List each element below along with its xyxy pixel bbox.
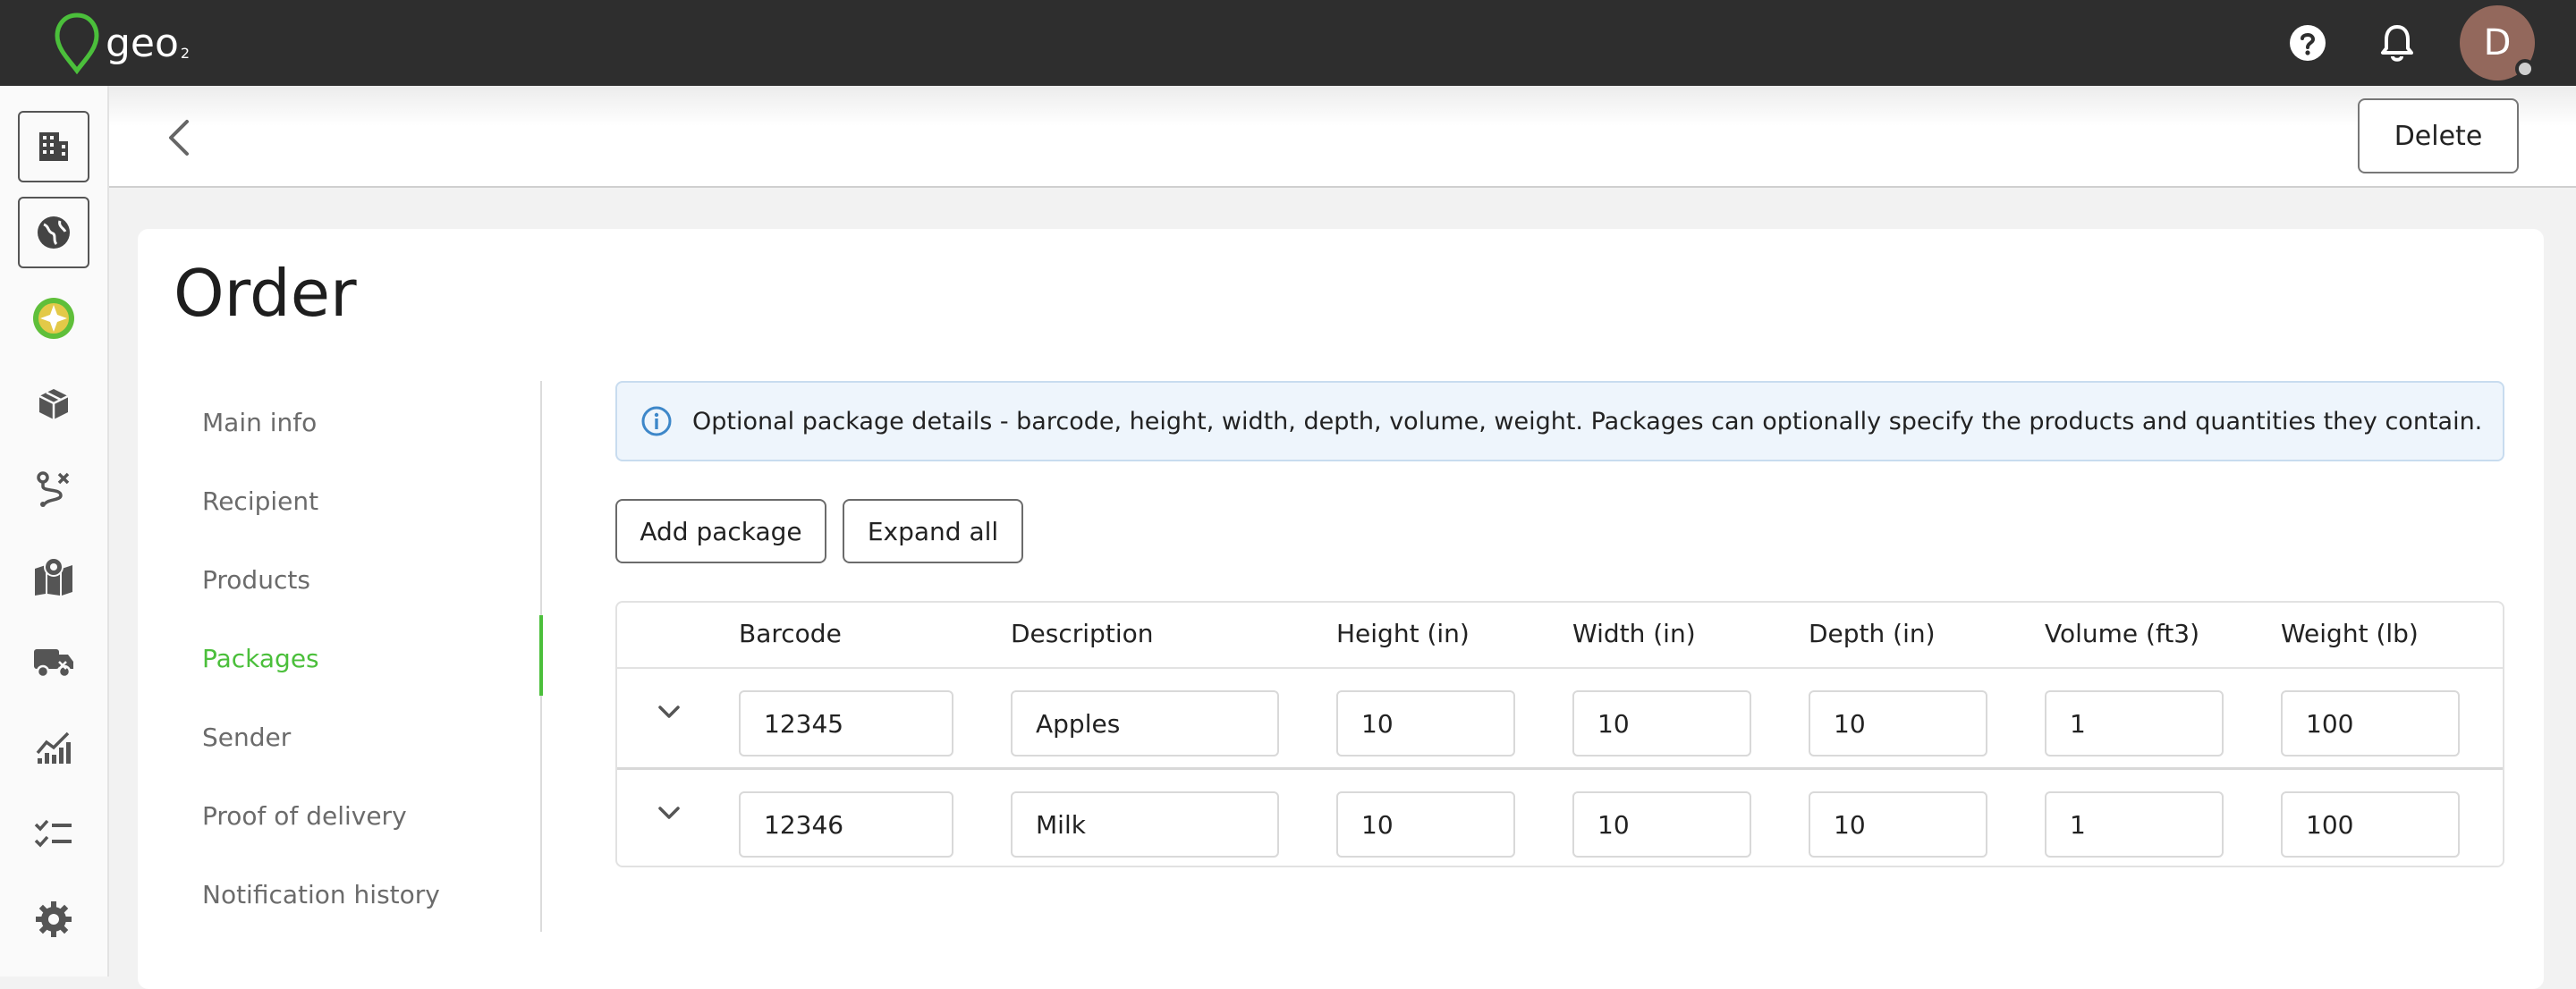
packages-table: Barcode Description Height (in) Width (i… bbox=[615, 601, 2504, 867]
info-icon bbox=[639, 403, 674, 439]
logo-subscript: 2 bbox=[180, 44, 191, 62]
active-section-indicator bbox=[539, 615, 543, 696]
rail-item-orders[interactable] bbox=[18, 368, 89, 440]
avatar-initial: D bbox=[2483, 22, 2512, 63]
delivery-truck-icon bbox=[34, 649, 73, 679]
rail-item-settings[interactable] bbox=[18, 883, 89, 955]
depth-input[interactable] bbox=[1809, 791, 1987, 858]
rail-item-map[interactable] bbox=[18, 540, 89, 612]
logo-text: geo bbox=[106, 20, 179, 66]
help-button[interactable] bbox=[2286, 21, 2329, 64]
building-icon bbox=[39, 132, 68, 161]
column-header-volume: Volume (ft3) bbox=[2045, 619, 2200, 648]
chevron-down-icon bbox=[658, 706, 680, 718]
route-icon bbox=[37, 471, 70, 507]
rail-item-regions[interactable] bbox=[18, 197, 89, 268]
help-circle-icon bbox=[2290, 25, 2326, 61]
gear-icon bbox=[36, 901, 72, 937]
map-pin-icon bbox=[35, 557, 72, 596]
subnav-item-recipient[interactable]: Recipient bbox=[202, 474, 318, 528]
bell-icon bbox=[2381, 25, 2413, 62]
height-input[interactable] bbox=[1336, 791, 1515, 858]
rail-item-analytics[interactable] bbox=[18, 712, 89, 783]
package-icon bbox=[38, 389, 69, 419]
chevron-left-icon bbox=[169, 120, 189, 156]
chevron-down-icon bbox=[658, 807, 680, 819]
barcode-input[interactable] bbox=[739, 690, 953, 757]
table-row bbox=[617, 669, 2503, 767]
rail-item-organizations[interactable] bbox=[18, 111, 89, 182]
back-button[interactable] bbox=[152, 111, 206, 165]
subnav-item-main-info[interactable]: Main info bbox=[202, 395, 317, 449]
subnav-item-sender[interactable]: Sender bbox=[202, 710, 291, 764]
height-input[interactable] bbox=[1336, 690, 1515, 757]
expand-row-button[interactable] bbox=[651, 795, 687, 831]
barcode-input[interactable] bbox=[739, 791, 953, 858]
description-input[interactable] bbox=[1011, 690, 1279, 757]
info-banner: Optional package details - barcode, heig… bbox=[615, 381, 2504, 461]
left-navigation-rail bbox=[0, 86, 109, 976]
notifications-button[interactable] bbox=[2376, 21, 2419, 64]
checklist-icon bbox=[34, 819, 72, 848]
weight-input[interactable] bbox=[2281, 791, 2460, 858]
width-input[interactable] bbox=[1572, 690, 1751, 757]
rail-item-premium[interactable] bbox=[18, 283, 89, 354]
section-navigation: Main info Recipient Products Packages Se… bbox=[172, 381, 543, 932]
info-text: Optional package details - barcode, heig… bbox=[692, 407, 2483, 435]
weight-input[interactable] bbox=[2281, 690, 2460, 757]
table-row bbox=[617, 767, 2503, 866]
column-header-height: Height (in) bbox=[1336, 619, 1470, 648]
star-badge-icon bbox=[33, 298, 74, 339]
page-title: Order bbox=[174, 256, 357, 331]
order-card: Order Main info Recipient Products Packa… bbox=[138, 229, 2544, 989]
column-header-depth: Depth (in) bbox=[1809, 619, 1936, 648]
description-input[interactable] bbox=[1011, 791, 1279, 858]
subnav-item-notification-history[interactable]: Notification history bbox=[202, 867, 440, 921]
top-bar: geo 2 D bbox=[0, 0, 2576, 86]
location-pin-logo-icon bbox=[55, 13, 99, 74]
rail-item-routes[interactable] bbox=[18, 454, 89, 526]
app-logo[interactable]: geo 2 bbox=[52, 9, 190, 77]
expand-row-button[interactable] bbox=[651, 694, 687, 730]
rail-item-tasks[interactable] bbox=[18, 798, 89, 869]
rail-item-vehicles[interactable] bbox=[18, 626, 89, 697]
subnav-item-packages[interactable]: Packages bbox=[202, 631, 319, 685]
width-input[interactable] bbox=[1572, 791, 1751, 858]
volume-input[interactable] bbox=[2045, 690, 2224, 757]
subnav-item-proof-of-delivery[interactable]: Proof of delivery bbox=[202, 789, 407, 842]
page-header: Delete bbox=[109, 86, 2576, 188]
column-header-width: Width (in) bbox=[1572, 619, 1696, 648]
column-header-weight: Weight (lb) bbox=[2281, 619, 2419, 648]
depth-input[interactable] bbox=[1809, 690, 1987, 757]
column-header-barcode: Barcode bbox=[739, 619, 842, 648]
user-avatar[interactable]: D bbox=[2460, 5, 2535, 80]
subnav-item-products[interactable]: Products bbox=[202, 553, 310, 606]
column-header-description: Description bbox=[1011, 619, 1154, 648]
analytics-icon bbox=[36, 731, 71, 764]
status-indicator bbox=[2515, 59, 2535, 79]
expand-all-button[interactable]: Expand all bbox=[843, 499, 1023, 563]
delete-button[interactable]: Delete bbox=[2358, 98, 2519, 173]
add-package-button[interactable]: Add package bbox=[615, 499, 826, 563]
volume-input[interactable] bbox=[2045, 791, 2224, 858]
globe-icon bbox=[38, 216, 70, 249]
